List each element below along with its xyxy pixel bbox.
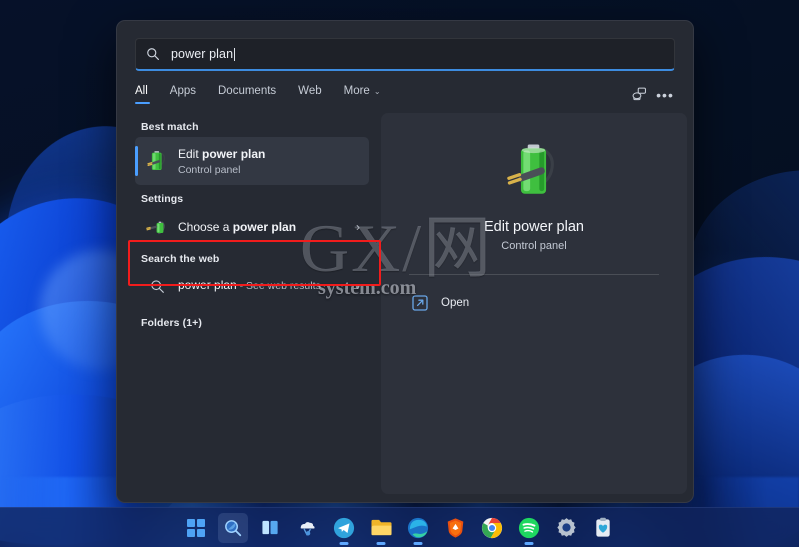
chevron-down-icon: ⌄ bbox=[373, 87, 381, 96]
section-header-best-match: Best match bbox=[141, 121, 199, 133]
gear-icon bbox=[556, 518, 576, 537]
result-item-edit-power-plan[interactable]: Edit power plan Control panel bbox=[135, 137, 369, 186]
tab-apps-label: Apps bbox=[169, 85, 196, 97]
widgets-button[interactable] bbox=[292, 513, 322, 543]
folder-icon bbox=[370, 519, 392, 536]
result-item-subtitle: Control panel bbox=[178, 164, 241, 177]
more-options-icon[interactable]: ••• bbox=[655, 85, 675, 105]
chevron-right-icon: › bbox=[356, 220, 360, 235]
tab-all-label: All bbox=[135, 85, 148, 97]
running-indicator bbox=[413, 542, 423, 545]
search-input-value: power plan bbox=[171, 47, 234, 61]
result-title-prefix: Choose a bbox=[178, 220, 233, 235]
section-header-settings: Settings bbox=[141, 193, 184, 206]
text-cursor bbox=[234, 47, 236, 61]
preview-content: Edit power plan Control panel Open bbox=[381, 113, 687, 317]
search-box-container: power plan bbox=[117, 21, 693, 71]
more-options-label: ••• bbox=[656, 86, 674, 103]
widgets-weather-icon bbox=[300, 521, 315, 535]
web-search-text: power plan - See web results bbox=[178, 277, 321, 294]
tab-web[interactable]: Web bbox=[298, 85, 321, 104]
battery-plug-icon bbox=[507, 144, 554, 194]
result-item-choose-a-power-plan[interactable]: Choose a power plan › bbox=[135, 209, 369, 245]
telegram-icon bbox=[333, 517, 355, 538]
chevron-right-icon: › bbox=[356, 279, 360, 294]
preview-title: Edit power plan bbox=[484, 219, 584, 235]
brave-lion-shield-icon bbox=[447, 517, 463, 538]
search-button[interactable] bbox=[218, 512, 248, 543]
task-view-button[interactable] bbox=[255, 513, 285, 543]
preview-divider bbox=[409, 274, 659, 275]
running-indicator bbox=[339, 542, 349, 545]
search-icon bbox=[144, 279, 170, 294]
spotify-icon bbox=[518, 517, 540, 538]
task-view-icon bbox=[261, 520, 278, 535]
tab-web-label: Web bbox=[298, 85, 322, 97]
power-options-icon bbox=[144, 216, 170, 238]
section-header-search-the-web: Search the web bbox=[141, 253, 220, 266]
search-icon bbox=[147, 48, 159, 60]
web-search-query: power plan bbox=[178, 278, 237, 293]
preview-panel: Edit power plan Control panel Open bbox=[381, 113, 687, 494]
brave-button[interactable] bbox=[440, 513, 470, 543]
web-search-suffix: - See web results bbox=[236, 280, 321, 293]
search-flyout-panel: power plan All Apps Documents Web More⌄ bbox=[116, 20, 694, 503]
search-input[interactable]: power plan bbox=[135, 38, 675, 71]
clipboard-heart-icon bbox=[596, 517, 610, 537]
tab-documents[interactable]: Documents bbox=[218, 85, 276, 104]
file-explorer-button[interactable] bbox=[366, 513, 396, 545]
edge-button[interactable] bbox=[403, 513, 433, 545]
tab-documents-label: Documents bbox=[218, 85, 277, 97]
tab-more[interactable]: More ⌄ bbox=[344, 85, 381, 104]
telegram-button[interactable] bbox=[329, 513, 359, 545]
result-title-match: power plan bbox=[232, 220, 297, 235]
search-filter-tabs: All Apps Documents Web More ⌄ ••• bbox=[117, 71, 693, 107]
chrome-button[interactable] bbox=[477, 513, 507, 543]
feedback-icon[interactable] bbox=[629, 85, 649, 105]
tab-all[interactable]: All bbox=[135, 85, 150, 104]
search-results-body: Best match Edit power plan Control panel… bbox=[117, 107, 693, 502]
battery-plug-icon bbox=[144, 149, 170, 173]
section-header-folders: Folders (1+) bbox=[141, 317, 203, 330]
result-item-text: Edit power plan Control panel bbox=[178, 146, 265, 176]
tab-apps[interactable]: Apps bbox=[170, 85, 196, 104]
windows-start-icon bbox=[187, 518, 205, 537]
result-title-prefix: Edit bbox=[178, 147, 203, 161]
tab-more-label: More bbox=[343, 85, 370, 97]
chrome-icon bbox=[481, 517, 503, 538]
start-button[interactable] bbox=[181, 513, 211, 543]
preview-subtitle: Control panel bbox=[501, 240, 567, 252]
external-link-icon bbox=[412, 295, 428, 311]
running-indicator bbox=[524, 542, 534, 545]
result-item-web-search[interactable]: power plan - See web results › bbox=[135, 269, 369, 303]
spotify-button[interactable] bbox=[514, 513, 544, 545]
open-action-label: Open bbox=[441, 297, 470, 309]
results-list: Best match Edit power plan Control panel… bbox=[117, 113, 369, 502]
open-action-button[interactable]: Open bbox=[403, 289, 477, 317]
result-item-title: Edit power plan bbox=[178, 146, 265, 162]
result-title-match: power plan bbox=[202, 147, 266, 161]
result-item-title: Choose a power plan bbox=[178, 219, 296, 235]
running-indicator bbox=[376, 542, 386, 545]
edge-icon bbox=[407, 517, 429, 538]
settings-button[interactable] bbox=[551, 513, 581, 543]
search-icon bbox=[225, 519, 242, 536]
clipboard-button[interactable] bbox=[588, 513, 618, 543]
taskbar bbox=[0, 507, 799, 547]
